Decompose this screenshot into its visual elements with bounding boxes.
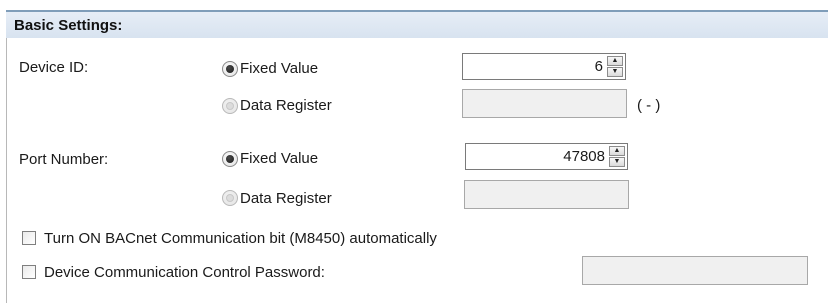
port-value[interactable]: 47808 — [563, 148, 605, 165]
spin-up-icon[interactable]: ▲ — [607, 56, 623, 66]
password-label[interactable]: Device Communication Control Password: — [44, 264, 325, 281]
port-fixed-label[interactable]: Fixed Value — [240, 150, 318, 167]
auto-on-label[interactable]: Turn ON BACnet Communication bit (M8450)… — [44, 230, 437, 247]
password-checkbox[interactable] — [22, 265, 36, 279]
spin-down-icon[interactable]: ▼ — [609, 157, 625, 167]
device-id-register-label[interactable]: Data Register — [240, 97, 332, 114]
device-id-value[interactable]: 6 — [595, 58, 603, 75]
device-id-register-suffix: ( - ) — [637, 97, 661, 114]
panel-border — [6, 38, 7, 303]
password-input[interactable] — [582, 256, 808, 285]
radio-selected-dot — [226, 65, 234, 73]
spin-down-icon[interactable]: ▼ — [607, 67, 623, 77]
port-fixed-radio[interactable] — [222, 151, 238, 167]
device-id-fixed-label[interactable]: Fixed Value — [240, 60, 318, 77]
radio-dot — [226, 102, 234, 110]
port-register-label[interactable]: Data Register — [240, 190, 332, 207]
device-id-spin-buttons: ▲ ▼ — [607, 56, 623, 77]
radio-dot — [226, 194, 234, 202]
section-header: Basic Settings: — [6, 10, 828, 38]
basic-settings-panel: Basic Settings: Device ID: Fixed Value 6… — [0, 0, 828, 303]
device-id-label: Device ID: — [19, 59, 89, 76]
section-title: Basic Settings: — [14, 17, 123, 34]
auto-on-checkbox[interactable] — [22, 231, 36, 245]
device-id-register-input[interactable] — [462, 89, 627, 118]
port-spin-buttons: ▲ ▼ — [609, 146, 625, 167]
port-value-spinner[interactable]: 47808 ▲ ▼ — [465, 143, 628, 170]
radio-selected-dot — [226, 155, 234, 163]
port-number-label: Port Number: — [19, 151, 109, 168]
spin-up-icon[interactable]: ▲ — [609, 146, 625, 156]
device-id-value-spinner[interactable]: 6 ▲ ▼ — [462, 53, 626, 80]
device-id-fixed-radio[interactable] — [222, 61, 238, 77]
device-id-register-radio[interactable] — [222, 98, 238, 114]
port-register-input[interactable] — [464, 180, 629, 209]
port-register-radio[interactable] — [222, 190, 238, 206]
